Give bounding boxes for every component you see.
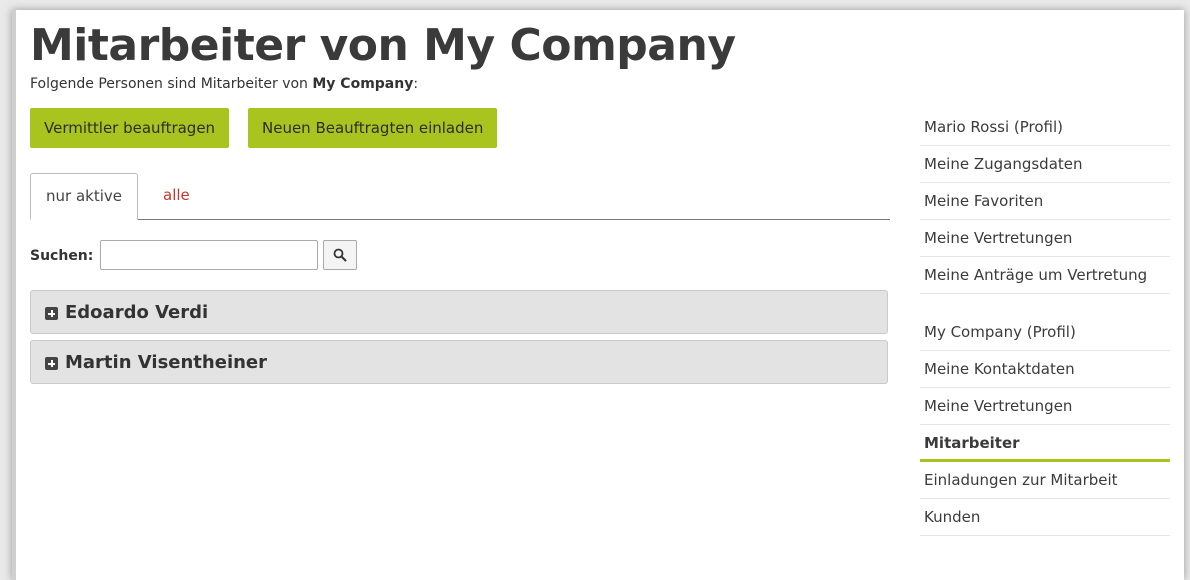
page-title: Mitarbeiter von My Company bbox=[30, 20, 736, 71]
sidebar-item-company-profile[interactable]: My Company (Profil) bbox=[920, 314, 1170, 351]
search-button[interactable] bbox=[323, 240, 357, 270]
search-label: Suchen: bbox=[30, 248, 94, 264]
sidebar-item-employees[interactable]: Mitarbeiter bbox=[920, 425, 1170, 462]
employee-name: Martin Visentheiner bbox=[65, 351, 268, 373]
sidebar-item-user-profile[interactable]: Mario Rossi (Profil) bbox=[920, 109, 1170, 146]
sidebar-nav: Mario Rossi (Profil) Meine Zugangsdaten … bbox=[920, 109, 1170, 536]
employee-name: Edoardo Verdi bbox=[65, 301, 209, 323]
search-input[interactable] bbox=[100, 240, 318, 270]
sidebar-item-representation-requests[interactable]: Meine Anträge um Vertretung bbox=[920, 257, 1170, 294]
sidebar-item-contact-data[interactable]: Meine Kontaktdaten bbox=[920, 351, 1170, 388]
tab-active-only[interactable]: nur aktive bbox=[30, 173, 138, 220]
sidebar-item-company-representations[interactable]: Meine Vertretungen bbox=[920, 388, 1170, 425]
sidebar-item-my-representations[interactable]: Meine Vertretungen bbox=[920, 220, 1170, 257]
expand-plus-icon bbox=[45, 357, 58, 370]
subtitle-suffix: : bbox=[413, 76, 419, 92]
sidebar-item-invitations[interactable]: Einladungen zur Mitarbeit bbox=[920, 462, 1170, 499]
tab-all[interactable]: alle bbox=[148, 173, 205, 219]
subtitle-company: My Company bbox=[312, 76, 414, 92]
filter-tabs: nur aktive alle bbox=[30, 173, 890, 220]
sidebar-item-favorites[interactable]: Meine Favoriten bbox=[920, 183, 1170, 220]
page-frame: Mitarbeiter von My Company Folgende Pers… bbox=[12, 10, 1184, 580]
employee-row[interactable]: Edoardo Verdi bbox=[30, 290, 888, 334]
expand-plus-icon bbox=[45, 307, 58, 320]
page-subtitle: Folgende Personen sind Mitarbeiter von M… bbox=[30, 76, 418, 92]
search-icon bbox=[333, 248, 347, 262]
sidebar-item-customers[interactable]: Kunden bbox=[920, 499, 1170, 536]
subtitle-text: Folgende Personen sind Mitarbeiter von bbox=[30, 76, 313, 92]
sidebar-item-credentials[interactable]: Meine Zugangsdaten bbox=[920, 146, 1170, 183]
invite-agent-button[interactable]: Neuen Beauftragten einladen bbox=[248, 108, 498, 148]
assign-agent-button[interactable]: Vermittler beauftragen bbox=[30, 108, 230, 148]
employee-row[interactable]: Martin Visentheiner bbox=[30, 340, 888, 384]
